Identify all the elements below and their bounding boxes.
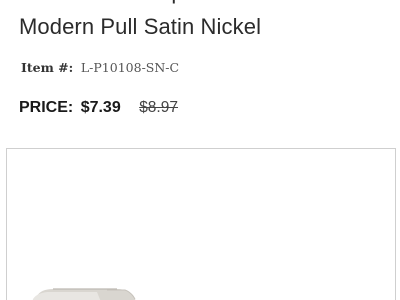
price-label: PRICE:	[19, 99, 74, 116]
product-image[interactable]	[7, 149, 395, 300]
product-title: 3" Palladium Square Foot Euro-Modern Pul…	[19, 0, 332, 39]
item-number-value: L-P10108-SN-C	[80, 60, 180, 75]
item-number-row: Item #: L-P10108-SN-C	[21, 59, 179, 77]
price-row: PRICE: $7.39 $8.97	[19, 97, 178, 119]
original-price: $8.97	[139, 99, 178, 116]
item-number-label: Item #:	[21, 60, 74, 75]
satin-nickel-pull-image-icon	[32, 288, 136, 300]
sale-price: $7.39	[80, 99, 121, 116]
product-image-frame[interactable]	[6, 148, 396, 300]
